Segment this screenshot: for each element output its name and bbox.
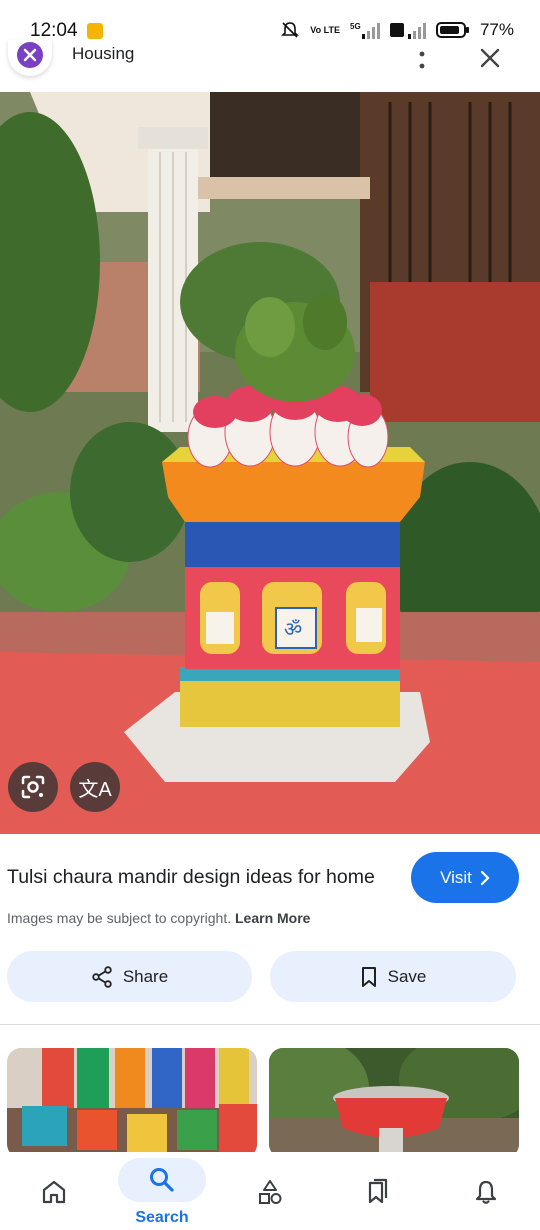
nav-saved[interactable] <box>333 1152 423 1230</box>
share-button[interactable]: Share <box>7 951 252 1002</box>
bell-icon <box>475 1180 497 1204</box>
bookmark-icon <box>361 966 376 987</box>
search-icon[interactable] <box>148 1166 176 1194</box>
svg-text:ॐ: ॐ <box>284 617 302 641</box>
related-image[interactable] <box>269 1048 519 1158</box>
logo-x-glyph <box>23 48 37 62</box>
google-lens-button[interactable] <box>8 762 58 812</box>
close-icon[interactable] <box>476 44 504 72</box>
visit-button[interactable]: Visit <box>411 852 519 903</box>
save-label: Save <box>387 966 427 986</box>
status-icons: Vo LTE 5G 77% <box>280 20 514 40</box>
battery-icon <box>435 22 469 38</box>
status-time: 12:04 <box>30 20 78 41</box>
result-image[interactable]: ॐ <box>0 92 540 834</box>
related-image-illustration-2 <box>269 1048 519 1158</box>
more-vert-icon[interactable] <box>410 48 434 72</box>
visit-label: Visit <box>440 867 472 887</box>
bookmarks-icon <box>368 1178 388 1204</box>
site-name[interactable]: Housing <box>72 44 134 64</box>
section-divider <box>0 1024 540 1025</box>
translate-icon: 文A <box>78 778 112 801</box>
related-image[interactable] <box>7 1048 257 1158</box>
google-lens-icon <box>21 775 45 799</box>
nav-notifications[interactable] <box>441 1152 531 1230</box>
nav-search-label[interactable]: Search <box>118 1209 206 1227</box>
related-image-illustration-1 <box>7 1048 257 1158</box>
signal-sim2-icon <box>389 23 426 39</box>
chevron-right-icon <box>480 870 490 885</box>
volte-indicator: Vo LTE <box>310 24 340 35</box>
learn-more-link[interactable]: Learn More <box>235 910 310 926</box>
share-label: Share <box>122 966 169 986</box>
home-icon <box>42 1180 66 1204</box>
battery-percent: 77% <box>479 20 514 39</box>
share-icon <box>92 965 112 988</box>
tulsi-chaura-illustration: ॐ <box>0 92 540 834</box>
copyright-text: Images may be subject to copyright. <box>7 910 232 926</box>
svg-text:5G: 5G <box>350 22 361 31</box>
nav-collections[interactable] <box>225 1152 315 1230</box>
shapes-icon <box>259 1180 282 1204</box>
page-title[interactable]: Tulsi chaura mandir design ideas for hom… <box>7 866 375 889</box>
copyright-notice: Images may be subject to copyright. Lear… <box>7 910 310 926</box>
signal-5g-icon: 5G <box>350 22 380 39</box>
bottom-navigation: Search <box>0 1152 540 1230</box>
housing-logo-icon[interactable] <box>8 40 52 76</box>
notification-app-icon <box>87 23 103 39</box>
nav-home[interactable] <box>9 1152 99 1230</box>
save-button[interactable]: Save <box>270 951 516 1002</box>
mute-bell-icon <box>281 22 300 38</box>
site-header: Housing <box>0 40 540 92</box>
translate-button[interactable]: 文A <box>70 762 120 812</box>
